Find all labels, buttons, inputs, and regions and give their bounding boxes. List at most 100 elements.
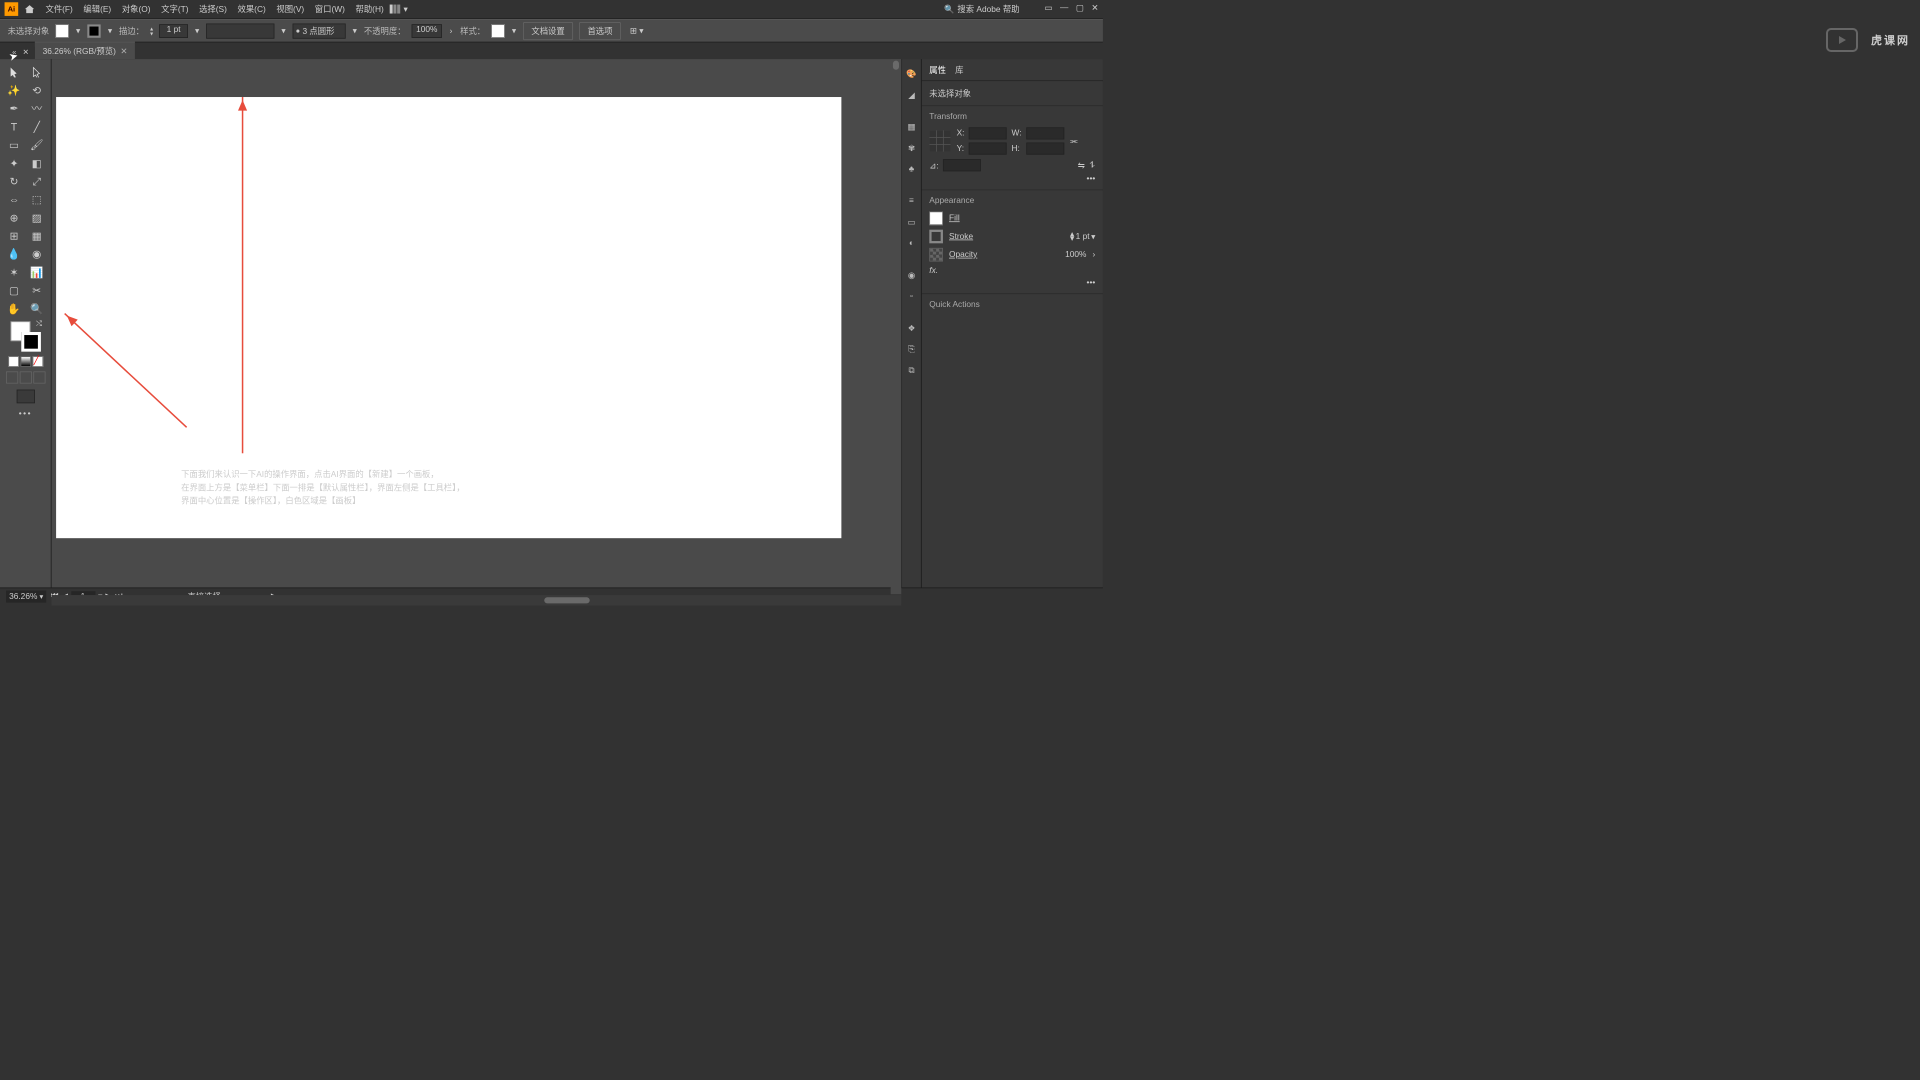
lasso-tool-icon[interactable]: ⟲ xyxy=(26,82,47,99)
stroke-dropdown-icon[interactable]: ▾ xyxy=(107,28,113,34)
maximize-icon[interactable]: ▢ xyxy=(1076,3,1084,13)
hand-tool-icon[interactable]: ✋ xyxy=(3,300,24,317)
asset-export-panel-icon[interactable]: ⎘ xyxy=(905,343,919,357)
preferences-button[interactable]: 首选项 xyxy=(579,22,621,40)
appearance-stroke-label[interactable]: Stroke xyxy=(949,232,973,241)
workspace-icon[interactable]: ▭ xyxy=(1045,3,1053,13)
x-input[interactable] xyxy=(969,127,1007,139)
home-icon[interactable] xyxy=(23,2,37,16)
appearance-more-icon[interactable]: ••• xyxy=(929,278,1095,287)
stroke-weight-input[interactable]: 1 pt xyxy=(159,24,188,38)
none-mode-icon[interactable]: ╱ xyxy=(32,356,43,367)
symbol-sprayer-tool-icon[interactable]: ✶ xyxy=(3,264,24,281)
menu-select[interactable]: 选择(S) xyxy=(199,3,227,15)
appearance-opacity-swatch[interactable] xyxy=(929,248,943,262)
fill-stroke-control[interactable]: ⤭ xyxy=(10,321,40,351)
w-input[interactable] xyxy=(1026,127,1064,139)
zoom-select[interactable]: 36.26% ▾ xyxy=(6,590,46,602)
appearance-opacity-label[interactable]: Opacity xyxy=(949,250,977,259)
minimize-icon[interactable]: — xyxy=(1060,3,1068,13)
close-icon[interactable]: ✕ xyxy=(1091,3,1098,13)
appearance-fill-label[interactable]: Fill xyxy=(949,214,960,223)
menu-effect[interactable]: 效果(C) xyxy=(238,3,266,15)
free-transform-tool-icon[interactable]: ⬚ xyxy=(26,191,47,208)
align-icon[interactable]: ⊞ ▾ xyxy=(630,26,643,36)
brush-definition-select[interactable]: 3 点圆形 xyxy=(293,23,346,38)
appearance-panel-icon[interactable]: ◉ xyxy=(905,268,919,282)
fill-swatch[interactable] xyxy=(55,24,69,38)
panel-toggle[interactable]: « ✕ xyxy=(6,47,35,58)
pen-tool-icon[interactable]: ✒ xyxy=(3,100,24,117)
appearance-stroke-swatch[interactable] xyxy=(929,230,943,244)
magic-wand-tool-icon[interactable]: ✨ xyxy=(3,82,24,99)
fill-dropdown-icon[interactable]: ▾ xyxy=(75,28,81,34)
rotate-tool-icon[interactable]: ↻ xyxy=(3,173,24,190)
blend-tool-icon[interactable]: ◉ xyxy=(26,246,47,263)
document-tab[interactable]: 36.26% (RGB/预览) ✕ xyxy=(35,42,135,59)
link-wh-icon[interactable]: ⫘ xyxy=(1070,136,1078,146)
stroke-dropdown-icon-2[interactable]: ▾ xyxy=(1091,232,1095,242)
gradient-mode-icon[interactable] xyxy=(20,356,31,367)
curvature-tool-icon[interactable]: 〰 xyxy=(26,100,47,117)
menu-file[interactable]: 文件(F) xyxy=(45,3,72,15)
artboards-panel-icon[interactable]: ⧉ xyxy=(905,364,919,378)
opacity-input[interactable]: 100% xyxy=(412,24,442,38)
menu-type[interactable]: 文字(T) xyxy=(161,3,188,15)
layers-panel-icon[interactable]: ❖ xyxy=(905,321,919,335)
reference-point-icon[interactable] xyxy=(929,130,950,151)
stroke-swatch[interactable] xyxy=(87,24,101,38)
vertical-scrollbar[interactable] xyxy=(891,59,902,594)
appearance-fill-swatch[interactable] xyxy=(929,211,943,225)
shaper-tool-icon[interactable]: ✦ xyxy=(3,155,24,172)
variable-width-profile[interactable] xyxy=(206,23,274,38)
menu-help[interactable]: 帮助(H) xyxy=(356,3,384,15)
tab-libraries[interactable]: 库 xyxy=(955,64,963,76)
gradient-panel-icon[interactable]: ▭ xyxy=(905,215,919,229)
arrange-documents-icon[interactable]: ▾ xyxy=(390,4,408,14)
stroke-weight-dropdown-icon[interactable]: ▾ xyxy=(194,28,200,34)
stroke-stepper[interactable]: ▴▾ xyxy=(1070,232,1074,241)
canvas-area[interactable]: 下面我们来认识一下AI的操作界面，点击AI界面的【新建】一个画板， 在界面上方是… xyxy=(52,59,902,587)
brushes-panel-icon[interactable]: ✾ xyxy=(905,141,919,155)
more-options-icon[interactable]: ••• xyxy=(929,174,1095,183)
menu-view[interactable]: 视图(V) xyxy=(276,3,304,15)
width-tool-icon[interactable]: ⇔ xyxy=(3,191,24,208)
h-input[interactable] xyxy=(1026,143,1064,155)
selection-tool-icon[interactable] xyxy=(3,64,24,81)
symbols-panel-icon[interactable]: ♣ xyxy=(905,162,919,176)
edit-toolbar-icon[interactable]: ••• xyxy=(19,409,32,418)
stroke-color-icon[interactable] xyxy=(21,332,41,352)
stroke-panel-icon[interactable]: ≡ xyxy=(905,194,919,208)
color-mode-icon[interactable] xyxy=(8,356,19,367)
opacity-popup-icon[interactable]: › xyxy=(1093,250,1096,259)
swatches-panel-icon[interactable]: ▦ xyxy=(905,120,919,134)
document-setup-button[interactable]: 文档设置 xyxy=(523,22,573,40)
brush-dropdown-icon[interactable]: ▾ xyxy=(352,28,358,34)
flip-h-icon[interactable]: ⇋ xyxy=(1078,160,1085,170)
color-guide-panel-icon[interactable]: ◢ xyxy=(905,88,919,102)
gradient-tool-icon[interactable]: ▦ xyxy=(26,227,47,244)
artboard-tool-icon[interactable]: ▢ xyxy=(3,282,24,299)
scale-tool-icon[interactable]: ⤢ xyxy=(26,173,47,190)
menu-window[interactable]: 窗口(W) xyxy=(315,3,345,15)
draw-normal-icon[interactable] xyxy=(6,371,18,383)
transparency-panel-icon[interactable]: ◐ xyxy=(905,236,919,250)
color-panel-icon[interactable]: 🎨 xyxy=(905,67,919,81)
profile-dropdown-icon[interactable]: ▾ xyxy=(280,28,286,34)
shape-builder-tool-icon[interactable]: ⊕ xyxy=(3,209,24,226)
style-swatch[interactable] xyxy=(491,24,505,38)
style-dropdown-icon[interactable]: ▾ xyxy=(511,28,517,34)
search-box[interactable]: 🔍 搜索 Adobe 帮助 xyxy=(944,3,1020,15)
menu-object[interactable]: 对象(O) xyxy=(122,3,151,15)
tab-properties[interactable]: 属性 xyxy=(929,64,946,76)
angle-input[interactable] xyxy=(943,159,981,171)
zoom-tool-icon[interactable]: 🔍 xyxy=(26,300,47,317)
slice-tool-icon[interactable]: ✂ xyxy=(26,282,47,299)
y-input[interactable] xyxy=(969,143,1007,155)
mesh-tool-icon[interactable]: ⊞ xyxy=(3,227,24,244)
stroke-stepper-icon[interactable]: ▴▾ xyxy=(150,25,153,36)
fx-label[interactable]: fx. xyxy=(929,266,938,275)
line-tool-icon[interactable]: ╱ xyxy=(26,118,47,135)
screen-mode-icon[interactable] xyxy=(16,390,34,404)
rectangle-tool-icon[interactable]: ▭ xyxy=(3,136,24,153)
